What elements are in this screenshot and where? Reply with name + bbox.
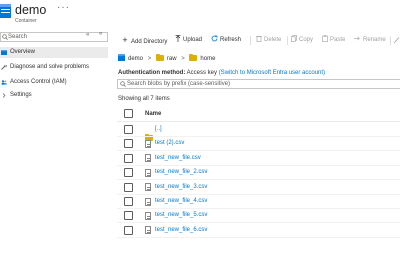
rename-button[interactable]: Rename: [354, 35, 386, 45]
sidebar-search-input[interactable]: Search: [8, 32, 27, 42]
plus-icon: +: [122, 35, 128, 45]
toolbar-divider: [390, 36, 391, 45]
pencil-icon[interactable]: [393, 36, 400, 44]
file-icon: [145, 197, 151, 206]
breadcrumb-separator: >: [181, 56, 185, 62]
authentication-method: Authentication method: Access key (Switc…: [118, 69, 325, 77]
sidebar-item-label: Settings: [10, 92, 32, 98]
copy-button[interactable]: Copy: [291, 35, 313, 45]
sidebar-item-settings[interactable]: Settings: [0, 90, 108, 101]
delete-label: Delete: [264, 37, 282, 43]
add-directory-button[interactable]: + Add Directory: [121, 35, 167, 47]
upload-label: Upload: [183, 37, 203, 43]
sidebar-item-access-control[interactable]: Access Control (IAM): [0, 77, 108, 88]
trash-icon: [256, 35, 262, 42]
container-icon: [118, 54, 125, 61]
sidebar-item-label: Overview: [10, 49, 36, 55]
table-divider: [117, 121, 400, 122]
overview-icon: [1, 50, 7, 55]
row-name-link[interactable]: test_new_file_3.csv: [155, 183, 207, 191]
file-icon: [145, 154, 151, 163]
row-divider: [117, 222, 400, 224]
paste-button[interactable]: Paste: [322, 35, 345, 45]
row-divider: [117, 208, 400, 209]
row-checkbox[interactable]: [124, 225, 133, 235]
sidebar-item-overview[interactable]: Overview: [0, 47, 108, 58]
row-checkbox[interactable]: [124, 197, 133, 206]
switch-auth-link[interactable]: (Switch to Microsoft Entra user account): [219, 70, 325, 76]
delete-button[interactable]: Delete: [256, 35, 281, 45]
auth-value: Access key: [186, 70, 218, 76]
upload-icon: [175, 35, 181, 42]
file-icon: [145, 226, 151, 235]
file-icon: [145, 211, 151, 220]
breadcrumb-separator: >: [147, 56, 152, 62]
row-divider: [117, 236, 400, 238]
paste-icon: [322, 35, 328, 42]
row-checkbox[interactable]: [124, 153, 133, 163]
toolbar-divider: [250, 36, 251, 45]
rename-icon: [354, 36, 360, 41]
breadcrumb-item[interactable]: raw: [167, 56, 177, 62]
file-icon: [145, 168, 151, 177]
page-subtitle: Container: [15, 18, 37, 24]
collapse-menu-icon[interactable]: «: [99, 31, 102, 37]
row-name-link[interactable]: test (2).csv: [155, 139, 184, 147]
row-name-link[interactable]: [..]: [155, 125, 162, 133]
add-directory-label: Add Directory: [131, 39, 168, 45]
row-divider: [117, 193, 400, 195]
container-icon: [0, 4, 11, 18]
breadcrumb: demo > raw > home: [118, 54, 215, 63]
auth-label: Authentication method:: [118, 70, 186, 76]
file-icon: [145, 183, 151, 192]
upload-button[interactable]: Upload: [175, 35, 202, 45]
folder-icon: [189, 54, 198, 61]
sidebar-search-actions: « «: [86, 31, 106, 41]
copy-icon: [291, 35, 297, 42]
folder-icon: [155, 54, 164, 61]
row-divider: [117, 150, 400, 152]
copy-label: Copy: [299, 37, 314, 43]
blob-search-input[interactable]: Search blobs by prefix (case-sensitive): [127, 79, 230, 89]
row-name-link[interactable]: test_new_file_4.csv: [155, 197, 207, 205]
page-title: demo: [15, 3, 47, 17]
row-divider: [117, 136, 400, 137]
row-name-link[interactable]: test_new_file.csv: [155, 154, 201, 162]
wrench-icon: [1, 65, 7, 70]
refresh-icon: [211, 35, 218, 42]
row-divider: [117, 179, 400, 181]
row-checkbox[interactable]: [124, 125, 133, 134]
row-name-link[interactable]: test_new_file_5.csv: [155, 211, 207, 219]
paste-label: Paste: [330, 37, 346, 43]
sidebar-item-label: Access Control (IAM): [10, 79, 67, 85]
more-options-button[interactable]: ···: [57, 2, 70, 13]
row-name-link[interactable]: test_new_file_6.csv: [155, 226, 207, 234]
row-checkbox[interactable]: [124, 168, 133, 178]
people-icon: [1, 80, 7, 85]
breadcrumb-item[interactable]: home: [200, 56, 215, 62]
toolbar-divider: [287, 36, 288, 45]
row-divider: [117, 164, 400, 166]
row-checkbox[interactable]: [124, 211, 133, 221]
refresh-label: Refresh: [220, 37, 242, 43]
sidebar-item-label: Diagnose and solve problems: [10, 64, 90, 70]
column-header-name[interactable]: Name: [145, 111, 161, 117]
select-all-checkbox[interactable]: [124, 109, 133, 118]
row-checkbox[interactable]: [124, 182, 133, 192]
item-count: Showing all 7 items: [118, 96, 170, 102]
refresh-button[interactable]: Refresh: [211, 35, 241, 45]
chevron-right-icon: [2, 93, 6, 98]
breadcrumb-item[interactable]: demo: [128, 56, 143, 62]
sidebar-item-diagnose[interactable]: Diagnose and solve problems: [0, 62, 108, 73]
row-checkbox[interactable]: [124, 139, 133, 149]
row-name-link[interactable]: test_new_file_2.csv: [155, 168, 207, 176]
file-icon: [145, 139, 151, 148]
rename-label: Rename: [363, 37, 386, 43]
collapse-sidebar-icon[interactable]: «: [86, 32, 89, 38]
search-icon: [120, 81, 126, 87]
